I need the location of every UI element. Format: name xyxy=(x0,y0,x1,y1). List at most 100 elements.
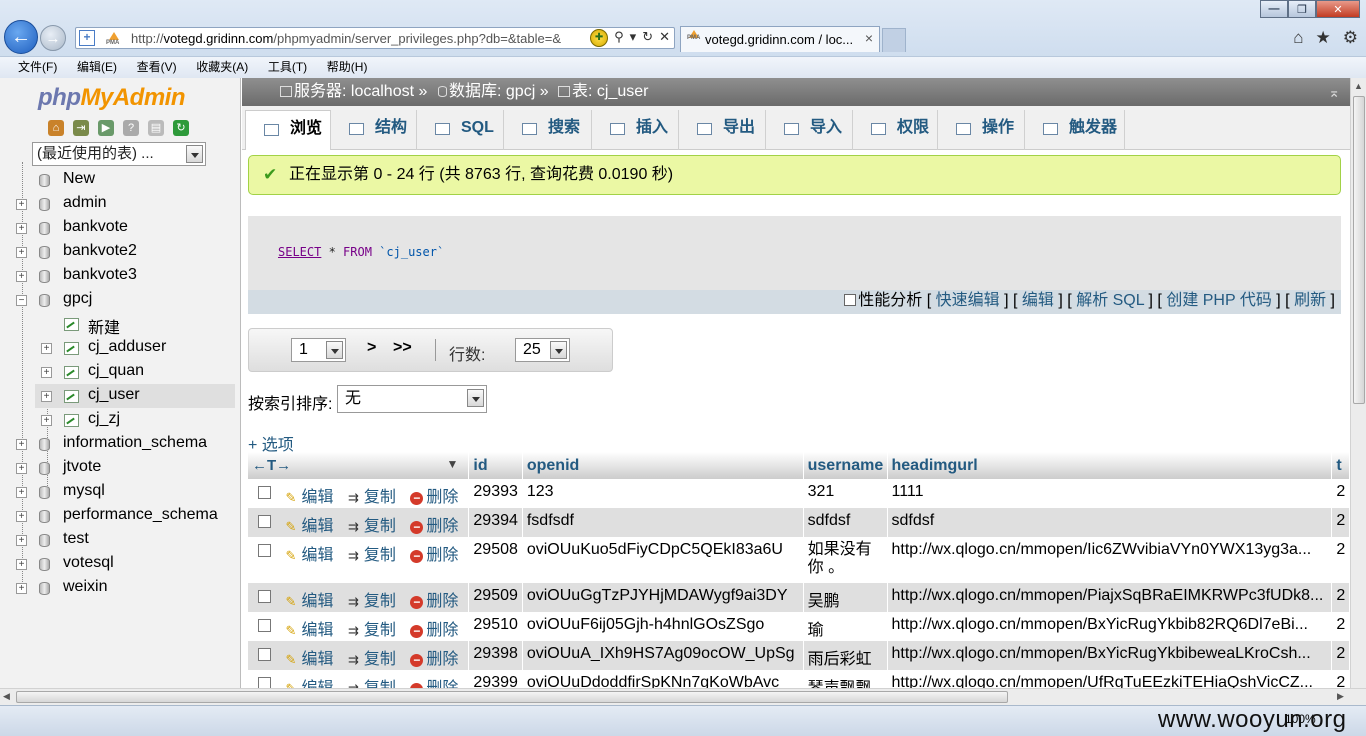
column-toggle-header[interactable]: ←T→ ▼ xyxy=(248,452,470,479)
edit-sql-link[interactable]: 编辑 xyxy=(1022,292,1054,309)
refresh-icon[interactable]: ↻ xyxy=(642,29,653,47)
column-header-openid[interactable]: openid xyxy=(522,452,804,479)
cell-username[interactable]: 雨后彩虹 xyxy=(803,641,888,670)
delete-row-button[interactable]: −删除 xyxy=(410,622,458,639)
delete-row-button[interactable]: −删除 xyxy=(410,489,458,506)
tab-structure[interactable]: 结构 xyxy=(331,110,417,150)
expand-icon[interactable]: + xyxy=(16,511,27,522)
expand-icon[interactable]: + xyxy=(16,439,27,450)
tree-item-performance_schema[interactable]: + performance_schema xyxy=(0,504,235,528)
add-page-icon[interactable]: + xyxy=(79,30,95,46)
cell-id[interactable]: 29509 xyxy=(468,583,523,612)
compatibility-icon[interactable]: ✚ xyxy=(590,29,609,47)
tree-item-bankvote[interactable]: + bankvote xyxy=(0,216,235,240)
url-text[interactable]: http://votegd.gridinn.com/phpmyadmin/ser… xyxy=(131,31,561,46)
sort-by-key-select[interactable]: 无 xyxy=(337,385,487,413)
sql-keyword-select[interactable]: SELECT xyxy=(278,245,321,259)
cell-id[interactable]: 29399 xyxy=(468,670,523,688)
tab-search[interactable]: 搜索 xyxy=(504,110,592,150)
inline-edit-link[interactable]: 快速编辑 xyxy=(936,292,1000,309)
cell-id[interactable]: 29398 xyxy=(468,641,523,670)
minimize-icon[interactable]: — xyxy=(1260,0,1288,18)
column-header-id[interactable]: id xyxy=(468,452,523,479)
rows-per-page-select[interactable]: 25 xyxy=(515,338,570,362)
scroll-thumb[interactable] xyxy=(1353,96,1365,404)
cell-headimgurl[interactable]: http://wx.qlogo.cn/mmopen/BxYicRugYkbib8… xyxy=(887,612,1333,641)
tree-table-cj_quan[interactable]: + cj_quan xyxy=(0,360,235,384)
menu-favorites[interactable]: 收藏夹(A) xyxy=(196,57,248,78)
cell-username[interactable]: sdfdsf xyxy=(803,508,888,537)
cell-t[interactable]: 2 xyxy=(1331,670,1350,688)
recent-tables-select[interactable]: (最近使用的表) ... xyxy=(32,142,206,166)
menu-view[interactable]: 查看(V) xyxy=(137,57,177,78)
cell-t[interactable]: 2 xyxy=(1331,583,1350,612)
docs-page-icon[interactable]: ▤ xyxy=(148,120,164,136)
cell-headimgurl[interactable]: sdfdsf xyxy=(887,508,1333,537)
tree-item-test[interactable]: + test xyxy=(0,528,235,552)
tab-insert[interactable]: 插入 xyxy=(592,110,679,150)
tree-item-bankvote2[interactable]: + bankvote2 xyxy=(0,240,235,264)
expand-icon[interactable]: + xyxy=(16,535,27,546)
tree-item-admin[interactable]: + admin xyxy=(0,192,235,216)
delete-row-button[interactable]: −删除 xyxy=(410,518,458,535)
cell-openid[interactable]: oviOUuF6ij05Gjh-h4hnlGOsZSgo xyxy=(522,612,804,641)
copy-row-button[interactable]: ⇉复制 xyxy=(348,518,396,535)
breadcrumb-database[interactable]: 数据库: gpcj » xyxy=(438,78,549,106)
maximize-icon[interactable]: ❐ xyxy=(1288,0,1316,18)
edit-row-button[interactable]: ✎编辑 xyxy=(285,680,333,688)
copy-row-button[interactable]: ⇉复制 xyxy=(348,651,396,668)
reload-icon[interactable]: ↻ xyxy=(173,120,189,136)
cell-username[interactable]: 吴鹏 xyxy=(803,583,888,612)
cell-id[interactable]: 29393 xyxy=(468,479,523,508)
expand-icon[interactable]: + xyxy=(16,223,27,234)
tools-icon[interactable]: ⚙ xyxy=(1343,28,1358,48)
scroll-right-icon[interactable]: ▶ xyxy=(1337,691,1344,702)
last-page-button[interactable]: >> xyxy=(393,339,412,357)
refresh-link[interactable]: 刷新 xyxy=(1294,292,1326,309)
row-checkbox[interactable] xyxy=(258,677,271,688)
cell-id[interactable]: 29394 xyxy=(468,508,523,537)
explain-sql-link[interactable]: 解析 SQL xyxy=(1076,292,1144,309)
expand-icon[interactable]: + xyxy=(16,271,27,282)
cell-t[interactable]: 2 xyxy=(1331,641,1350,670)
breadcrumb-table[interactable]: 表: cj_user xyxy=(558,78,648,106)
page-select[interactable]: 1 xyxy=(291,338,346,362)
cell-openid[interactable]: fsdfsdf xyxy=(522,508,804,537)
edit-row-button[interactable]: ✎编辑 xyxy=(285,593,333,610)
copy-row-button[interactable]: ⇉复制 xyxy=(348,489,396,506)
copy-row-button[interactable]: ⇉复制 xyxy=(348,547,396,564)
cell-username[interactable]: 321 xyxy=(803,479,888,508)
menu-file[interactable]: 文件(F) xyxy=(18,57,57,78)
cell-t[interactable]: 2 xyxy=(1331,479,1350,508)
tree-table-cj_zj[interactable]: + cj_zj xyxy=(0,408,235,432)
cell-headimgurl[interactable]: http://wx.qlogo.cn/mmopen/BxYicRugYkbibe… xyxy=(887,641,1333,670)
tab-import[interactable]: 导入 xyxy=(766,110,853,150)
row-checkbox[interactable] xyxy=(258,619,271,632)
row-checkbox[interactable] xyxy=(258,515,271,528)
tab-browse[interactable]: 浏览 xyxy=(245,110,331,150)
tree-item-jtvote[interactable]: + jtvote xyxy=(0,456,235,480)
cell-openid[interactable]: oviOUuKuo5dFiyCDpC5QEkI83a6U xyxy=(522,537,804,583)
vertical-scrollbar[interactable]: ▲ xyxy=(1350,78,1366,688)
tree-item-新建[interactable]: 新建 xyxy=(0,312,235,337)
create-php-link[interactable]: 创建 PHP 代码 xyxy=(1166,292,1272,309)
expand-icon[interactable]: + xyxy=(41,415,52,426)
tree-item-votesql[interactable]: + votesql xyxy=(0,552,235,576)
home-icon[interactable]: ⌂ xyxy=(1293,28,1303,48)
delete-row-button[interactable]: −删除 xyxy=(410,680,458,688)
delete-row-button[interactable]: −删除 xyxy=(410,547,458,564)
cell-openid[interactable]: oviOUuDdoddfirSpKNn7gKoWbAvc xyxy=(522,670,804,688)
menu-help[interactable]: 帮助(H) xyxy=(327,57,368,78)
expand-icon[interactable]: + xyxy=(16,583,27,594)
column-header-username[interactable]: username xyxy=(803,452,888,479)
expand-icon[interactable]: + xyxy=(16,247,27,258)
row-checkbox[interactable] xyxy=(258,648,271,661)
tab-privileges[interactable]: 权限 xyxy=(853,110,938,150)
row-checkbox[interactable] xyxy=(258,590,271,603)
tree-item-mysql[interactable]: + mysql xyxy=(0,480,235,504)
tab-triggers[interactable]: 触发器 xyxy=(1025,110,1125,150)
row-checkbox[interactable] xyxy=(258,544,271,557)
expand-icon[interactable]: + xyxy=(16,559,27,570)
copy-row-button[interactable]: ⇉复制 xyxy=(348,593,396,610)
cell-openid[interactable]: oviOUuA_IXh9HS7Ag09ocOW_UpSg xyxy=(522,641,804,670)
